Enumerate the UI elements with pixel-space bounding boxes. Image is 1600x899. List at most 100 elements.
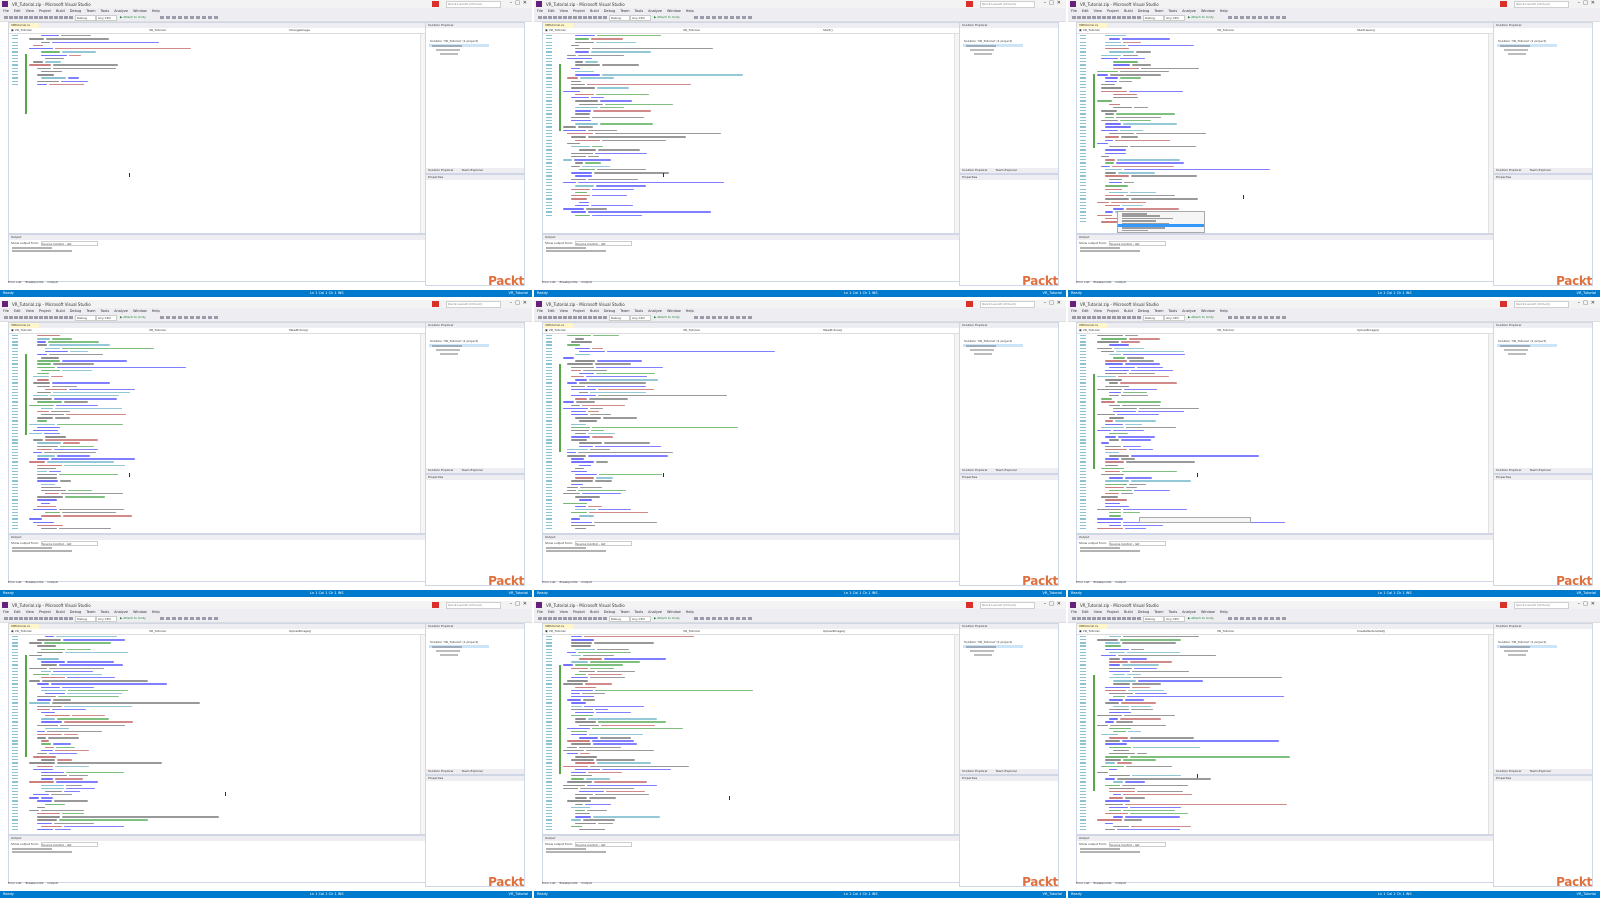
solution-explorer[interactable]: Solution Explorer Solution 'VR_Tutorial' … xyxy=(1493,22,1593,174)
toolbar-button-icon[interactable] xyxy=(563,617,567,620)
nav-project-dropdown[interactable]: ▣ VR_Tutorial xyxy=(1079,328,1099,333)
window-controls[interactable]: –□✕ xyxy=(1578,0,1598,6)
toolbar-button-icon[interactable] xyxy=(9,16,13,19)
pane-tab[interactable]: Solution Explorer xyxy=(1496,468,1522,472)
toolbar-button-icon[interactable] xyxy=(69,16,73,19)
toolbar-button-icon[interactable] xyxy=(190,316,194,319)
toolbar-button-icon[interactable] xyxy=(39,16,43,19)
toolbar-button-icon[interactable] xyxy=(700,617,704,620)
toolbar-button-icon[interactable] xyxy=(1072,16,1076,19)
menu-item[interactable]: Project xyxy=(1107,9,1119,13)
toolbar-button-icon[interactable] xyxy=(1092,617,1096,620)
window-controls[interactable]: –□✕ xyxy=(1044,300,1064,306)
menu-item[interactable]: Build xyxy=(1124,309,1133,313)
toolbar-button-icon[interactable] xyxy=(568,617,572,620)
notification-icon[interactable] xyxy=(1500,301,1507,307)
toolbar-button-icon[interactable] xyxy=(588,16,592,19)
bottom-tab[interactable]: Output xyxy=(581,280,591,284)
menu-item[interactable]: Tools xyxy=(635,9,644,13)
menu-item[interactable]: Analyze xyxy=(1182,610,1196,614)
completion-item[interactable] xyxy=(1122,213,1147,215)
toolbar-button-icon[interactable] xyxy=(24,617,28,620)
toolbar-button-icon[interactable] xyxy=(538,617,542,620)
solution-tree-item[interactable] xyxy=(432,646,462,648)
menu-item[interactable]: Debug xyxy=(70,610,82,614)
toolbar-button-icon[interactable] xyxy=(718,617,722,620)
solution-tree-item[interactable] xyxy=(1508,53,1526,55)
output-source-select[interactable]: Source Control - Git xyxy=(41,842,98,847)
toolbar-button-icon[interactable] xyxy=(1240,316,1244,319)
completion-item-selected[interactable] xyxy=(1118,224,1204,227)
menu-item[interactable]: Help xyxy=(686,610,694,614)
output-window[interactable]: Output Show output from: Source Control - … xyxy=(8,835,426,883)
bottom-tab[interactable]: Error List xyxy=(8,881,22,885)
pane-tab[interactable]: Solution Explorer xyxy=(428,168,454,172)
toolbar-button-icon[interactable] xyxy=(724,16,728,19)
toolbar-button-icon[interactable] xyxy=(1258,16,1262,19)
toolbar-button-icon[interactable] xyxy=(54,316,58,319)
toolbar-button-icon[interactable] xyxy=(1112,16,1116,19)
toolbar-button-icon[interactable] xyxy=(29,316,33,319)
menu-item[interactable]: Window xyxy=(133,610,147,614)
bottom-tab[interactable]: Breakpoints xyxy=(560,881,578,885)
toolbar-button-icon[interactable] xyxy=(1252,617,1256,620)
menu-item[interactable]: Tools xyxy=(101,9,110,13)
toolbar-button-icon[interactable] xyxy=(190,617,194,620)
menu-item[interactable]: Build xyxy=(56,309,65,313)
toolbar-button-icon[interactable] xyxy=(69,617,73,620)
solution-tree-item[interactable] xyxy=(1508,654,1526,656)
nav-class-dropdown[interactable]: VR_Tutorial xyxy=(1217,629,1234,634)
platform-select[interactable]: Any CPU xyxy=(630,15,651,21)
toolbar-button-icon[interactable] xyxy=(736,16,740,19)
code-editor[interactable]: VRTutorial.cs ▣ VR_Tutorial VR_Tutorial Sta… xyxy=(1076,22,1494,234)
solution-tree-item[interactable] xyxy=(1500,45,1530,47)
toolbar-button-icon[interactable] xyxy=(1127,16,1131,19)
nav-class-dropdown[interactable]: VR_Tutorial xyxy=(149,629,166,634)
solution-tree-item[interactable] xyxy=(432,345,462,347)
solution-tree-item[interactable] xyxy=(970,49,994,51)
toolbar-button-icon[interactable] xyxy=(24,316,28,319)
solution-tree-item[interactable] xyxy=(1504,349,1528,351)
toolbar-button-icon[interactable] xyxy=(1087,617,1091,620)
output-source-select[interactable]: Source Control - Git xyxy=(575,541,632,546)
quick-launch-input[interactable]: Quick Launch (Ctrl+Q) xyxy=(446,1,501,8)
configuration-select[interactable]: Debug xyxy=(75,616,96,622)
bottom-tab[interactable]: Output xyxy=(1115,580,1125,584)
toolbar-button-icon[interactable] xyxy=(4,16,8,19)
pane-tab[interactable]: Team Explorer xyxy=(462,769,483,773)
platform-select[interactable]: Any CPU xyxy=(1164,315,1185,321)
nav-project-dropdown[interactable]: ▣ VR_Tutorial xyxy=(1079,28,1099,33)
toolbar-button-icon[interactable] xyxy=(1137,617,1141,620)
toolbar-button-icon[interactable] xyxy=(573,16,577,19)
toolbar-button-icon[interactable] xyxy=(553,316,557,319)
solution-tree-item[interactable] xyxy=(974,353,992,355)
toolbar-button-icon[interactable] xyxy=(34,617,38,620)
toolbar-button-icon[interactable] xyxy=(712,16,716,19)
toolbar-button-icon[interactable] xyxy=(64,617,68,620)
toolbar-button-icon[interactable] xyxy=(4,617,8,620)
menu-item[interactable]: Window xyxy=(133,309,147,313)
menu-item[interactable]: Team xyxy=(620,309,629,313)
toolbar-button-icon[interactable] xyxy=(718,16,722,19)
menu-item[interactable]: Tools xyxy=(635,610,644,614)
toolbar-button-icon[interactable] xyxy=(563,316,567,319)
toolbar-button-icon[interactable] xyxy=(1246,617,1250,620)
toolbar-button-icon[interactable] xyxy=(1097,617,1101,620)
toolbar-button-icon[interactable] xyxy=(730,316,734,319)
toolbar-button-icon[interactable] xyxy=(59,16,63,19)
attach-run-button[interactable]: ▶ Attach to Unity xyxy=(1188,616,1218,621)
pane-tab[interactable]: Solution Explorer xyxy=(428,468,454,472)
code-editor[interactable]: VRTutorial.cs ▣ VR_Tutorial VR_Tutorial Upl… xyxy=(8,623,426,835)
toolbar-button-icon[interactable] xyxy=(568,316,572,319)
bottom-tab[interactable]: Output xyxy=(47,580,57,584)
nav-project-dropdown[interactable]: ▣ VR_Tutorial xyxy=(545,28,565,33)
menu-item[interactable]: Team xyxy=(1154,610,1163,614)
menu-item[interactable]: Analyze xyxy=(114,9,128,13)
toolbar-button-icon[interactable] xyxy=(573,617,577,620)
toolbar-button-icon[interactable] xyxy=(742,617,746,620)
window-controls[interactable]: –□✕ xyxy=(1044,601,1064,607)
menu-item[interactable]: File xyxy=(1071,309,1077,313)
menu-item[interactable]: View xyxy=(560,610,568,614)
toolbar-button-icon[interactable] xyxy=(1097,16,1101,19)
toolbar-button-icon[interactable] xyxy=(694,16,698,19)
